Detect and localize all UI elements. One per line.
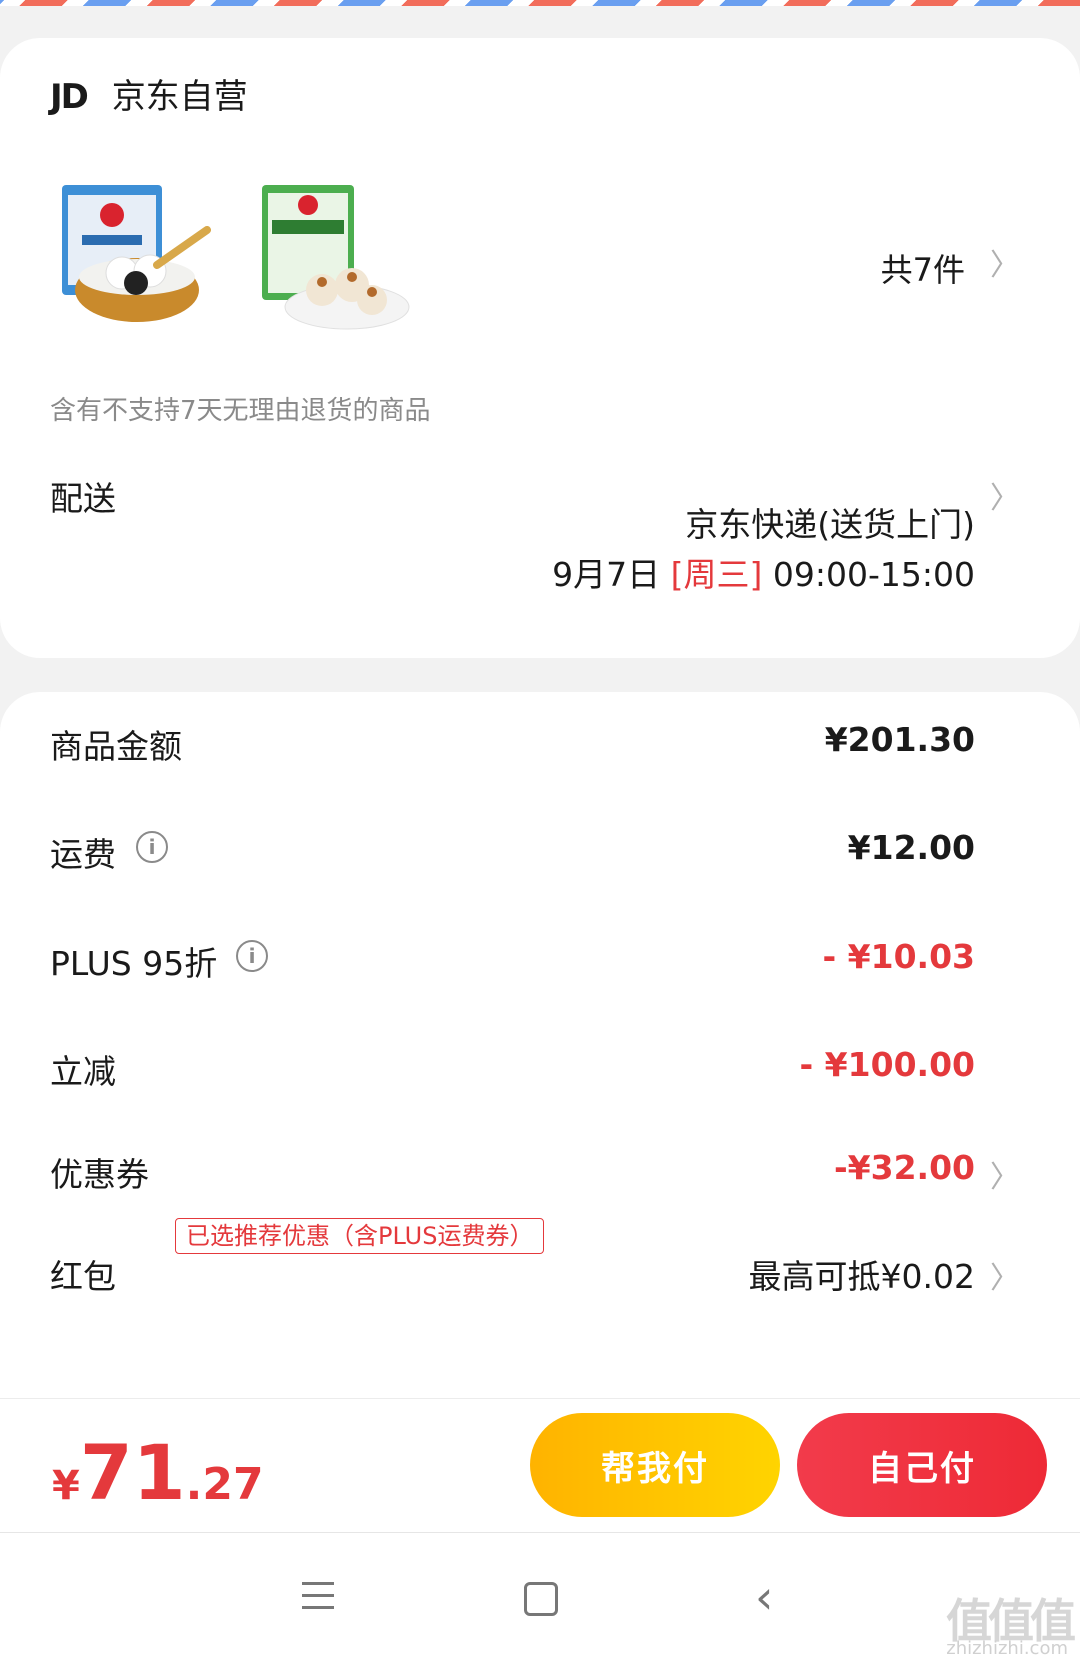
plus-discount-label: PLUS 95折: [50, 944, 218, 983]
instant-discount-label: 立减: [50, 1052, 116, 1091]
watermark-site: zhizhizhi.com: [946, 1638, 1068, 1659]
home-icon[interactable]: [524, 1582, 558, 1616]
coupon-value[interactable]: -¥32.00: [834, 1148, 975, 1187]
red-packet-label: 红包: [50, 1257, 116, 1296]
delivery-time[interactable]: 9月7日 [周三] 09:00-15:00: [552, 548, 975, 596]
delivery-weekday: [周三]: [670, 555, 763, 594]
chevron-right-icon[interactable]: 〉: [990, 473, 1020, 517]
chevron-right-icon[interactable]: 〉: [990, 1152, 1020, 1196]
shop-name: 京东自营: [111, 77, 248, 117]
delivery-method[interactable]: 京东快递(送货上门): [685, 498, 975, 546]
envelope-stripe: [0, 0, 1080, 6]
self-pay-button[interactable]: 自己付: [797, 1413, 1047, 1517]
info-icon[interactable]: i: [236, 940, 268, 972]
tangyuan-product-image[interactable]: [62, 185, 212, 335]
plus-discount-value: - ¥10.03: [822, 937, 975, 976]
delivery-slot: 09:00-15:00: [772, 555, 975, 594]
chevron-right-icon[interactable]: 〉: [990, 1253, 1020, 1297]
menu-icon[interactable]: [302, 1582, 334, 1612]
shop-header: JD 京东自营: [50, 80, 248, 114]
coupon-selected-tag[interactable]: 已选推荐优惠（含PLUS运费券）: [175, 1218, 545, 1254]
delivery-date: 9月7日: [552, 555, 661, 594]
help-pay-button[interactable]: 帮我付: [530, 1413, 780, 1517]
shipping-label: 运费: [50, 835, 116, 874]
goods-amount-value: ¥201.30: [824, 720, 975, 759]
shipping-value: ¥12.00: [847, 828, 975, 867]
chevron-right-icon[interactable]: 〉: [990, 240, 1020, 284]
total-decimal: .27: [185, 1459, 264, 1510]
coupon-label: 优惠券: [50, 1155, 149, 1194]
back-icon[interactable]: ‹: [755, 1570, 773, 1624]
shaomai-product-image[interactable]: [262, 185, 412, 335]
jd-logo-icon: JD: [50, 77, 89, 117]
instant-discount-value: - ¥100.00: [799, 1045, 976, 1084]
currency-symbol: ¥: [52, 1463, 80, 1509]
total-integer: 71: [79, 1428, 186, 1517]
delivery-label: 配送: [50, 479, 116, 518]
return-policy-note: 含有不支持7天无理由退货的商品: [50, 396, 431, 426]
red-packet-value[interactable]: 最高可抵¥0.02: [749, 1250, 975, 1298]
total-price: ¥71.27: [52, 1428, 264, 1517]
item-count[interactable]: 共7件: [881, 245, 965, 291]
info-icon[interactable]: i: [136, 831, 168, 863]
goods-amount-label: 商品金额: [50, 727, 182, 766]
